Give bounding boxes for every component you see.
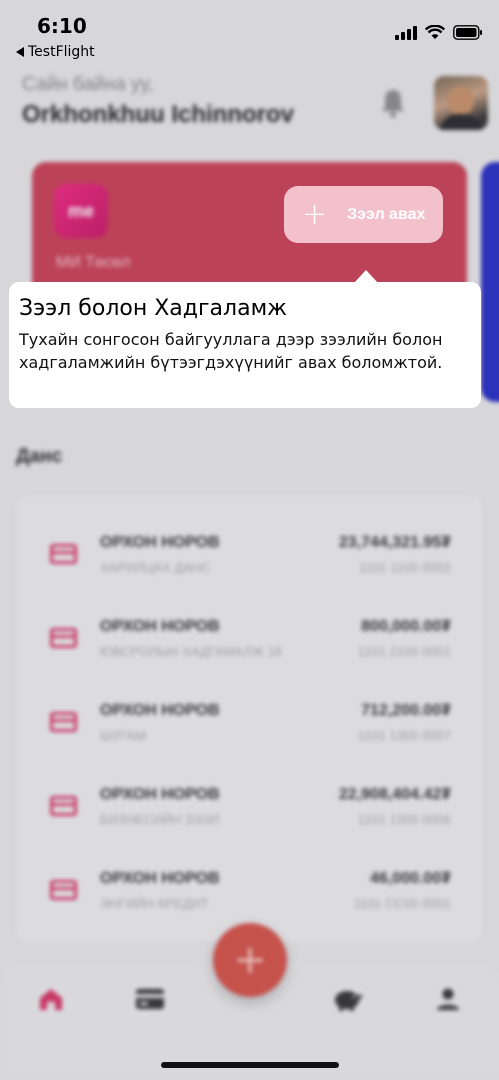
card-icon xyxy=(136,989,164,1009)
status-time: 6:10 xyxy=(37,14,87,38)
account-holder: ОРХОН НОРОВ xyxy=(100,786,220,803)
account-holder: ОРХОН НОРОВ xyxy=(100,534,220,551)
bell-icon[interactable] xyxy=(380,88,406,118)
take-loan-label: Зээл авах xyxy=(347,205,426,223)
account-holder: ОРХОН НОРОВ xyxy=(100,618,220,635)
next-card[interactable] xyxy=(481,162,499,402)
org-logo: me xyxy=(54,184,108,238)
app-background: Сайн байна уу, Orkhonkhuu Ichinnorov me … xyxy=(0,0,499,1080)
system-icons xyxy=(395,25,483,40)
card-icon xyxy=(50,880,77,900)
account-type: ШУГАМ xyxy=(100,728,146,743)
account-type: ХАРИЛЦАХ ДАНС xyxy=(100,560,211,575)
tooltip-title: Зээл болон Хадгаламж xyxy=(19,296,287,321)
avatar[interactable] xyxy=(434,76,488,130)
tab-savings[interactable] xyxy=(333,984,363,1014)
tooltip-body: Тухайн сонгосон байгууллага дээр зээлийн… xyxy=(19,330,443,372)
greeting-text: Сайн байна уу, xyxy=(22,74,154,95)
accounts-list: ОРХОН НОРОВ ХАРИЛЦАХ ДАНС 23,744,321.95₮… xyxy=(16,496,483,942)
card-icon xyxy=(50,544,77,564)
person-icon xyxy=(437,988,459,1010)
battery-icon xyxy=(453,25,482,40)
tab-home[interactable] xyxy=(36,984,66,1014)
card-icon xyxy=(50,712,77,732)
account-number: 1101 1300 0006 xyxy=(357,812,451,827)
account-balance: 23,744,321.95₮ xyxy=(338,534,451,551)
account-number: 1101 1300 0007 xyxy=(357,728,451,743)
account-holder: ОРХОН НОРОВ xyxy=(100,870,220,887)
onboarding-tooltip[interactable]: Зээл болон Хадгаламж Тухайн сонгосон бай… xyxy=(9,282,481,408)
tab-cards[interactable] xyxy=(135,984,165,1014)
list-item[interactable]: ОРХОН НОРОВ БИЗНЕСИЙН ЗЭЭЛ 22,908,404.42… xyxy=(16,768,483,852)
plus-icon: + xyxy=(302,196,328,232)
account-type: БИЗНЕСИЙН ЗЭЭЛ xyxy=(100,812,220,827)
org-name: МИ Төсөл xyxy=(56,254,131,271)
account-balance: 22,908,404.42₮ xyxy=(338,786,451,803)
add-fab-button[interactable]: + xyxy=(213,923,287,997)
account-holder: ОРХОН НОРОВ xyxy=(100,702,220,719)
card-icon xyxy=(50,796,77,816)
back-app-label: TestFlight xyxy=(28,44,95,60)
accounts-title: Данс xyxy=(16,446,63,467)
home-indicator xyxy=(161,1062,339,1068)
wifi-icon xyxy=(425,25,445,39)
list-item[interactable]: ОРХОН НОРОВ ШУГАМ 712,200.00₮ 1101 1300 … xyxy=(16,684,483,768)
account-type: ЮВСРОЛЫН ХАДГАМАЛЖ 18 xyxy=(100,644,282,659)
back-arrow-icon xyxy=(16,47,24,57)
piggy-bank-icon xyxy=(335,991,362,1011)
list-item[interactable]: ОРХОН НОРОВ ЮВСРОЛЫН ХАДГАМАЛЖ 18 800,00… xyxy=(16,600,483,684)
list-item[interactable]: ОРХОН НОРОВ ХАРИЛЦАХ ДАНС 23,744,321.95₮… xyxy=(16,516,483,600)
account-number: 1101 2100 0001 xyxy=(357,644,451,659)
status-bar: 6:10 TestFlight xyxy=(0,0,499,70)
account-number: 1101 CC00 0001 xyxy=(353,896,451,911)
take-loan-button[interactable]: + Зээл авах xyxy=(284,186,443,243)
account-balance: 800,000.00₮ xyxy=(361,618,451,635)
card-icon xyxy=(50,628,77,648)
tab-profile[interactable] xyxy=(433,984,463,1014)
back-to-app-link[interactable]: TestFlight xyxy=(16,44,95,60)
account-type: ЭНГИЙН КРЕДИТ xyxy=(100,896,209,911)
signal-icon xyxy=(395,25,417,40)
account-balance: 46,000.00₮ xyxy=(370,870,451,887)
account-number: 1101 1100 0002 xyxy=(358,560,451,575)
user-name: Orkhonkhuu Ichinnorov xyxy=(22,101,295,128)
account-balance: 712,200.00₮ xyxy=(361,702,451,719)
home-icon xyxy=(40,989,62,1010)
